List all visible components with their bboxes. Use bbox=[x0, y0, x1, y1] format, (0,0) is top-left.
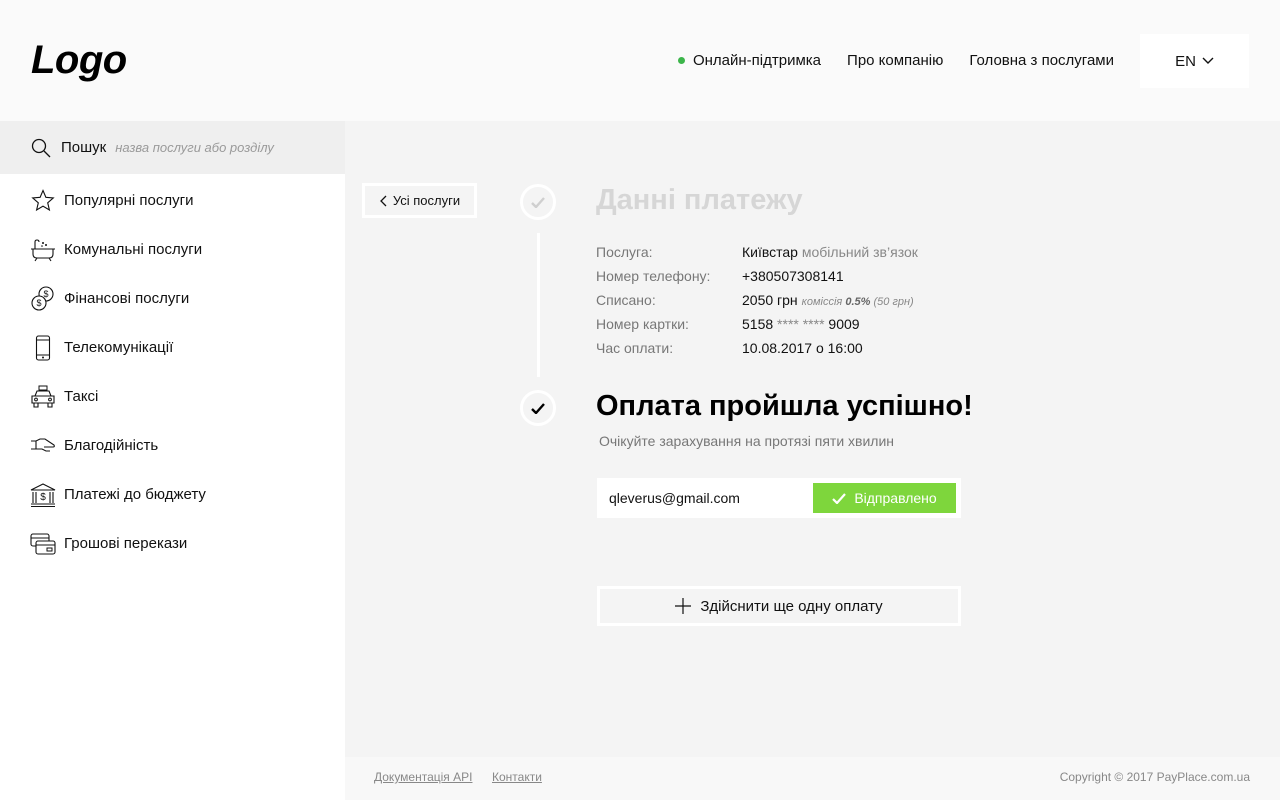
sent-label: Відправлено bbox=[854, 490, 937, 506]
email-field[interactable] bbox=[609, 490, 799, 506]
detail-row-charged: Списано: 2050 грн комісcія 0.5% (50 грн) bbox=[594, 288, 918, 312]
card-mask: **** **** bbox=[777, 316, 825, 332]
step-success-indicator bbox=[520, 390, 556, 426]
detail-key: Номер картки: bbox=[596, 316, 689, 332]
taxi-icon bbox=[30, 384, 56, 410]
svg-text:$: $ bbox=[40, 492, 46, 503]
service-name: Київстар bbox=[742, 244, 798, 260]
check-icon bbox=[832, 492, 847, 504]
all-services-button[interactable]: Усі послуги bbox=[362, 183, 477, 218]
timeline-connector bbox=[537, 233, 540, 377]
card-end: 9009 bbox=[828, 316, 860, 332]
sidebar-item-budget[interactable]: $ Платежі до бюджету bbox=[0, 470, 345, 519]
commission-amount: (50 грн) bbox=[873, 296, 914, 308]
detail-key: Списано: bbox=[596, 292, 656, 308]
commission-rate: 0.5% bbox=[845, 296, 871, 308]
sent-button[interactable]: Відправлено bbox=[813, 483, 956, 513]
payment-data-title: Данні платежу bbox=[596, 184, 803, 216]
sidebar-item-label: Фінансові послуги bbox=[64, 290, 190, 307]
sidebar-item-charity[interactable]: Благодійність bbox=[0, 421, 345, 470]
hand-icon bbox=[30, 433, 56, 459]
make-another-payment-button[interactable]: Здійснити ще одну оплату bbox=[597, 586, 961, 626]
sidebar: Пошук Популярні послуги Комунальні послу… bbox=[0, 121, 345, 800]
phone-icon bbox=[30, 334, 56, 361]
success-subtitle: Очікуйте зарахування на протязі пяти хви… bbox=[599, 433, 895, 449]
detail-row-card: Номер картки: 5158 **** **** 9009 bbox=[594, 312, 918, 336]
footer-contacts-link[interactable]: Контакти bbox=[492, 770, 542, 784]
detail-row-service: Послуга: Київстар мобільний зв’язок bbox=[594, 240, 918, 264]
logo[interactable]: Logo bbox=[31, 38, 127, 83]
sidebar-item-label: Таксі bbox=[64, 388, 99, 405]
phone-number: +380507308141 bbox=[742, 268, 844, 284]
footer-api-docs-link[interactable]: Документація API bbox=[374, 770, 472, 784]
bathtub-icon bbox=[30, 237, 56, 263]
sidebar-item-label: Благодійність bbox=[64, 437, 159, 454]
copyright: Copyright © 2017 PayPlace.com.ua bbox=[1059, 770, 1250, 784]
detail-row-time: Час оплати: 10.08.2017 о 16:00 bbox=[594, 336, 918, 360]
sidebar-item-label: Грошові перекази bbox=[64, 535, 188, 552]
detail-key: Послуга: bbox=[596, 244, 653, 260]
step-payment-data-indicator bbox=[520, 184, 556, 220]
sidebar-item-label: Телекомунікації bbox=[64, 339, 174, 356]
service-menu: Популярні послуги Комунальні послуги $ $ … bbox=[0, 176, 345, 568]
detail-value: 2050 грн комісcія 0.5% (50 грн) bbox=[742, 292, 914, 308]
receipt-email-box: Відправлено bbox=[597, 478, 961, 518]
card-start: 5158 bbox=[742, 316, 774, 332]
detail-key: Номер телефону: bbox=[596, 268, 711, 284]
footer: Документація API Контакти Copyright © 20… bbox=[345, 757, 1280, 800]
transfer-icon bbox=[30, 531, 56, 557]
card-number: 5158 **** **** 9009 bbox=[742, 316, 860, 332]
search-input[interactable] bbox=[115, 140, 316, 155]
commission-label: комісcія bbox=[801, 296, 843, 308]
star-icon bbox=[30, 188, 56, 214]
chevron-left-icon bbox=[379, 195, 387, 206]
detail-value: Київстар мобільний зв’язок bbox=[742, 244, 918, 260]
payment-details: Послуга: Київстар мобільний зв’язок Номе… bbox=[594, 240, 918, 360]
sidebar-item-label: Комунальні послуги bbox=[64, 241, 203, 258]
top-nav: Онлайн-підтримка Про компанію Головна з … bbox=[677, 52, 1114, 69]
sidebar-item-utilities[interactable]: Комунальні послуги bbox=[0, 225, 345, 274]
svg-text:$: $ bbox=[36, 298, 41, 308]
search-bar[interactable]: Пошук bbox=[0, 121, 345, 174]
sidebar-item-finance[interactable]: $ $ Фінансові послуги bbox=[0, 274, 345, 323]
detail-key: Час оплати: bbox=[596, 340, 674, 356]
commission-info: комісcія 0.5% (50 грн) bbox=[802, 296, 914, 308]
sidebar-item-telecom[interactable]: Телекомунікації bbox=[0, 323, 345, 372]
success-title: Оплата пройшла успішно! bbox=[596, 390, 973, 422]
nav-online-support[interactable]: Онлайн-підтримка bbox=[677, 52, 822, 69]
coins-icon: $ $ bbox=[30, 285, 56, 312]
check-icon bbox=[531, 196, 545, 208]
search-label: Пошук bbox=[61, 139, 107, 156]
sidebar-item-popular[interactable]: Популярні послуги bbox=[0, 176, 345, 225]
language-selector[interactable]: EN bbox=[1140, 34, 1249, 88]
sidebar-item-label: Популярні послуги bbox=[64, 192, 194, 209]
detail-row-phone: Номер телефону: +380507308141 bbox=[594, 264, 918, 288]
header: Logo Онлайн-підтримка Про компанію Голов… bbox=[0, 0, 1280, 121]
nav-online-support-label: Онлайн-підтримка bbox=[692, 52, 822, 69]
all-services-label: Усі послуги bbox=[392, 193, 461, 208]
sidebar-item-taxi[interactable]: Таксі bbox=[0, 372, 345, 421]
svg-text:$: $ bbox=[43, 289, 48, 299]
make-another-payment-label: Здійснити ще одну оплату bbox=[700, 597, 883, 615]
check-icon bbox=[531, 402, 545, 414]
sidebar-item-label: Платежі до бюджету bbox=[64, 486, 206, 503]
chevron-down-icon bbox=[1202, 57, 1214, 64]
service-subtitle: мобільний зв’язок bbox=[801, 244, 918, 260]
nav-about-company[interactable]: Про компанію bbox=[847, 52, 943, 69]
charged-amount: 2050 грн bbox=[742, 292, 798, 308]
online-status-dot bbox=[677, 57, 685, 64]
sidebar-item-transfers[interactable]: Грошові перекази bbox=[0, 519, 345, 568]
search-icon bbox=[31, 138, 51, 157]
plus-icon bbox=[675, 598, 692, 614]
nav-home-services[interactable]: Головна з послугами bbox=[969, 52, 1114, 69]
bank-icon: $ bbox=[30, 482, 56, 508]
payment-time: 10.08.2017 о 16:00 bbox=[742, 340, 863, 356]
language-label: EN bbox=[1175, 52, 1196, 70]
